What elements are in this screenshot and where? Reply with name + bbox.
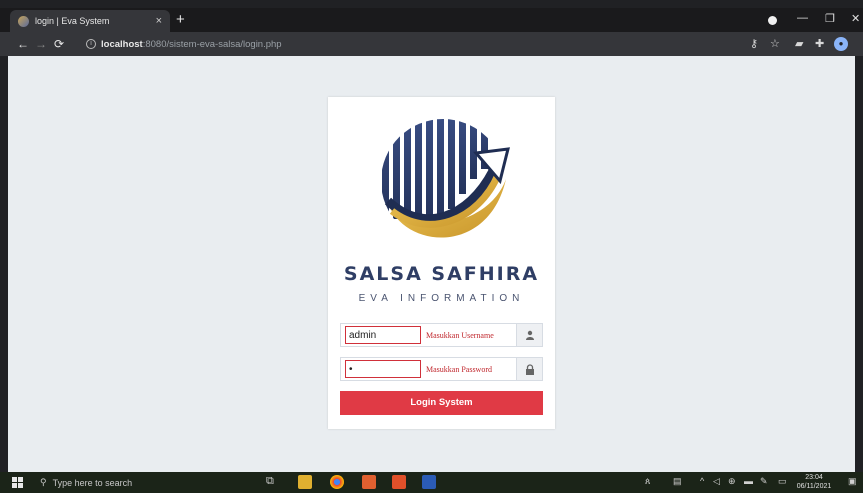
input-icon[interactable]: ▭ bbox=[778, 476, 787, 487]
taskbar-search[interactable]: ⚲ Type here to search bbox=[40, 474, 250, 491]
back-icon[interactable]: ← bbox=[14, 37, 32, 51]
system-clock[interactable]: 23:04 06/11/2021 bbox=[796, 473, 832, 491]
forward-icon[interactable]: → bbox=[32, 37, 50, 51]
close-window-button[interactable]: ✕ bbox=[851, 12, 860, 25]
record-indicator-icon[interactable] bbox=[768, 16, 777, 25]
restore-button[interactable]: ❐ bbox=[825, 12, 835, 25]
login-card: SALSA SAFHIRA EVA INFORMATION Masukkan U… bbox=[328, 97, 555, 429]
word-icon[interactable] bbox=[422, 475, 436, 489]
key-icon[interactable]: ⚷ bbox=[750, 37, 758, 50]
people-icon[interactable]: ጰ bbox=[645, 476, 650, 487]
password-hint: Masukkan Password bbox=[426, 364, 492, 374]
profile-avatar-icon[interactable]: ● bbox=[834, 37, 848, 51]
chrome-icon[interactable] bbox=[330, 475, 344, 489]
username-field-group: Masukkan Username bbox=[340, 323, 543, 347]
keyboard-icon[interactable]: ▤ bbox=[673, 476, 682, 487]
app-icon[interactable] bbox=[362, 475, 376, 489]
brand-logo bbox=[382, 119, 510, 238]
tab-close-icon[interactable]: × bbox=[156, 15, 162, 27]
puzzle-icon[interactable]: ✚ bbox=[815, 37, 824, 50]
username-input[interactable] bbox=[345, 326, 421, 344]
lock-icon bbox=[516, 358, 542, 380]
screen: login | Eva System × + — ❐ ✕ ← → ⟳ i loc… bbox=[0, 0, 863, 493]
username-hint: Masukkan Username bbox=[426, 330, 494, 340]
brand-subtitle: EVA INFORMATION bbox=[358, 293, 525, 304]
url-host: localhost bbox=[101, 38, 143, 50]
clock-date: 06/11/2021 bbox=[796, 483, 832, 490]
search-icon: ⚲ bbox=[40, 477, 47, 487]
address-bar[interactable]: i localhost:8080/sistem-eva-salsa/login.… bbox=[80, 35, 740, 53]
brand-title: SALSA SAFHIRA bbox=[343, 263, 540, 285]
site-info-icon[interactable]: i bbox=[86, 39, 96, 49]
url-path: :8080/sistem-eva-salsa/login.php bbox=[142, 38, 282, 50]
battery-icon[interactable]: ▬ bbox=[744, 476, 753, 486]
chevron-up-icon[interactable]: ^ bbox=[700, 476, 704, 486]
volume-icon[interactable]: ◁ bbox=[713, 476, 720, 487]
tab-title: login | Eva System bbox=[35, 16, 110, 26]
taskbar: ⚲ Type here to search ⧉ ጰ ▤ ^ ◁ ⊕ ▬ ✎ ▭ … bbox=[0, 472, 863, 493]
clock-time: 23:04 bbox=[805, 474, 823, 481]
favicon-icon bbox=[18, 15, 29, 27]
pen-icon[interactable]: ✎ bbox=[760, 476, 768, 487]
minimize-button[interactable]: — bbox=[797, 12, 808, 24]
login-submit-button[interactable]: Login System bbox=[340, 391, 543, 415]
page-content: SALSA SAFHIRA EVA INFORMATION Masukkan U… bbox=[8, 56, 855, 472]
new-tab-button[interactable]: + bbox=[176, 12, 185, 28]
password-field-group: Masukkan Password bbox=[340, 357, 543, 381]
browser-tab[interactable]: login | Eva System × bbox=[10, 10, 170, 32]
search-placeholder: Type here to search bbox=[52, 477, 133, 488]
windows-start-icon[interactable] bbox=[12, 477, 23, 488]
password-input[interactable] bbox=[345, 360, 421, 378]
browser-toolbar: ← → ⟳ i localhost:8080/sistem-eva-salsa/… bbox=[0, 32, 863, 56]
star-icon[interactable]: ☆ bbox=[770, 37, 780, 50]
user-icon bbox=[516, 324, 542, 346]
network-icon[interactable]: ⊕ bbox=[728, 476, 736, 487]
xampp-icon[interactable] bbox=[392, 475, 406, 489]
file-explorer-icon[interactable] bbox=[298, 475, 312, 489]
extension-icon[interactable]: ▰ bbox=[795, 37, 803, 50]
reload-icon[interactable]: ⟳ bbox=[50, 37, 68, 51]
tab-strip: login | Eva System × + — ❐ ✕ bbox=[0, 8, 863, 32]
notification-icon[interactable]: ▣ bbox=[848, 476, 857, 487]
task-view-icon[interactable]: ⧉ bbox=[266, 475, 274, 488]
